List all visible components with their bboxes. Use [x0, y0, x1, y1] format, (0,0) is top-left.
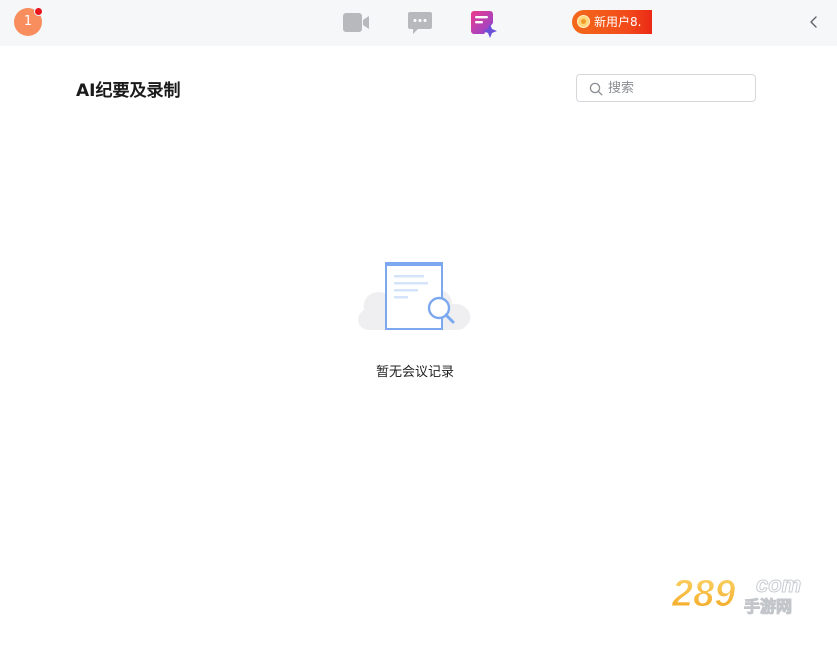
top-bar: 1 新用户8.: [0, 0, 837, 46]
avatar[interactable]: 1: [14, 7, 43, 36]
watermark-subtitle: 手游网: [744, 597, 792, 616]
search-icon: [589, 81, 603, 96]
page-title: AI纪要及录制: [76, 81, 181, 101]
chat-bubble-icon[interactable]: [406, 10, 434, 36]
ai-minutes-icon[interactable]: [470, 10, 498, 38]
notification-dot: [34, 7, 43, 16]
coin-icon: [577, 15, 590, 28]
search-box[interactable]: [576, 74, 756, 102]
watermark-suffix: com: [756, 572, 801, 597]
promo-label: 新用户8.: [594, 15, 642, 29]
watermark-number: 289: [671, 573, 735, 615]
chevron-left-icon[interactable]: [806, 13, 822, 31]
search-input[interactable]: [608, 75, 748, 101]
video-camera-icon[interactable]: [342, 10, 370, 36]
site-watermark-logo: 289 com 手游网: [670, 572, 820, 617]
avatar-label: 1: [23, 14, 33, 29]
empty-document-icon: [356, 258, 474, 336]
new-user-promo-badge[interactable]: 新用户8.: [572, 10, 652, 34]
empty-state-message: 暂无会议记录: [375, 365, 454, 380]
